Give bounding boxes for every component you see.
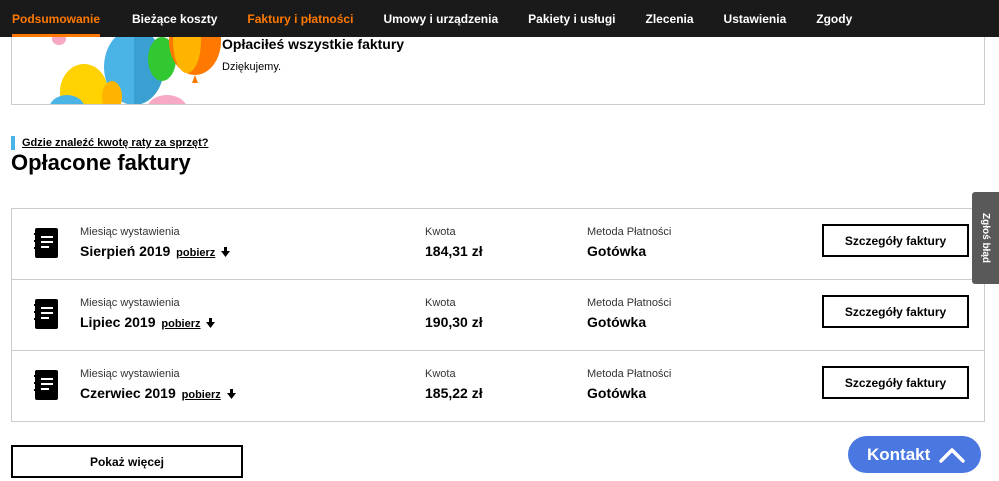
payment-method: Gotówka [587, 243, 647, 259]
balloons-illustration [12, 37, 222, 104]
report-error-label: Zgłoś błąd [980, 213, 991, 263]
page-title: Opłacone faktury [11, 150, 191, 175]
nav-item-pakiety-i-uslugi[interactable]: Pakiety i usługi [528, 0, 615, 37]
chevron-up-icon [939, 447, 966, 463]
amount-label: Kwota [425, 226, 456, 238]
invoice-amount: 185,22 zł [425, 385, 483, 401]
invoice-row: Miesiąc wystawienia Lipiec 2019 pobierz … [12, 280, 984, 351]
invoice-amount: 184,31 zł [425, 243, 483, 259]
invoice-document-icon [34, 370, 58, 400]
month-label: Miesiąc wystawienia [80, 368, 180, 380]
month-label: Miesiąc wystawienia [80, 226, 180, 238]
nav-item-faktury-i-platnosci[interactable]: Faktury i płatności [247, 0, 353, 37]
top-navigation: Podsumowanie Bieżące koszty Faktury i pł… [0, 0, 999, 37]
invoice-row: Miesiąc wystawienia Sierpień 2019 pobier… [12, 209, 984, 280]
installment-help-link[interactable]: Gdzie znaleźć kwotę raty za sprzęt? [22, 137, 208, 149]
payment-method: Gotówka [587, 385, 647, 401]
invoice-details-button[interactable]: Szczegóły faktury [822, 366, 969, 399]
month-label: Miesiąc wystawienia [80, 297, 180, 309]
nav-item-biezace-koszty[interactable]: Bieżące koszty [132, 0, 217, 37]
invoice-month-value: Sierpień 2019 [80, 243, 171, 259]
payment-method: Gotówka [587, 314, 647, 330]
payment-method-label: Metoda Płatności [587, 297, 672, 309]
invoice-month: Lipiec 2019 pobierz [80, 314, 216, 330]
invoice-amount: 190,30 zł [425, 314, 483, 330]
download-arrow-icon[interactable] [226, 389, 236, 400]
invoice-document-icon [34, 228, 58, 258]
banner-title: Opłaciłeś wszystkie faktury [222, 37, 405, 52]
help-callout: Gdzie znaleźć kwotę raty za sprzęt? [11, 136, 208, 150]
invoice-month-value: Lipiec 2019 [80, 314, 156, 330]
invoice-document-icon [34, 299, 58, 329]
nav-item-umowy-i-urzadzenia[interactable]: Umowy i urządzenia [383, 0, 498, 37]
banner-subtitle: Dziękujemy. [222, 61, 282, 73]
report-error-tab[interactable]: Zgłoś błąd [972, 192, 999, 284]
invoice-details-button[interactable]: Szczegóły faktury [822, 224, 969, 257]
contact-button[interactable]: Kontakt [848, 436, 981, 473]
nav-item-zlecenia[interactable]: Zlecenia [646, 0, 694, 37]
download-arrow-icon[interactable] [221, 247, 231, 258]
invoice-row: Miesiąc wystawienia Czerwiec 2019 pobier… [12, 351, 984, 421]
invoice-month: Czerwiec 2019 pobierz [80, 385, 236, 401]
amount-label: Kwota [425, 297, 456, 309]
download-link[interactable]: pobierz [161, 318, 200, 330]
payment-method-label: Metoda Płatności [587, 226, 672, 238]
download-arrow-icon[interactable] [206, 318, 216, 329]
nav-item-zgody[interactable]: Zgody [816, 0, 852, 37]
nav-item-podsumowanie[interactable]: Podsumowanie [12, 0, 101, 37]
amount-label: Kwota [425, 368, 456, 380]
download-link[interactable]: pobierz [176, 247, 215, 259]
contact-label: Kontakt [867, 444, 931, 464]
invoice-month-value: Czerwiec 2019 [80, 385, 176, 401]
paid-banner: Opłaciłeś wszystkie faktury Dziękujemy. [11, 37, 985, 105]
nav-item-ustawienia[interactable]: Ustawienia [724, 0, 787, 37]
invoice-month: Sierpień 2019 pobierz [80, 243, 231, 259]
download-link[interactable]: pobierz [182, 389, 221, 401]
payment-method-label: Metoda Płatności [587, 368, 672, 380]
invoice-details-button[interactable]: Szczegóły faktury [822, 295, 969, 328]
show-more-button[interactable]: Pokaż więcej [11, 445, 243, 478]
invoice-list: Miesiąc wystawienia Sierpień 2019 pobier… [11, 208, 985, 422]
